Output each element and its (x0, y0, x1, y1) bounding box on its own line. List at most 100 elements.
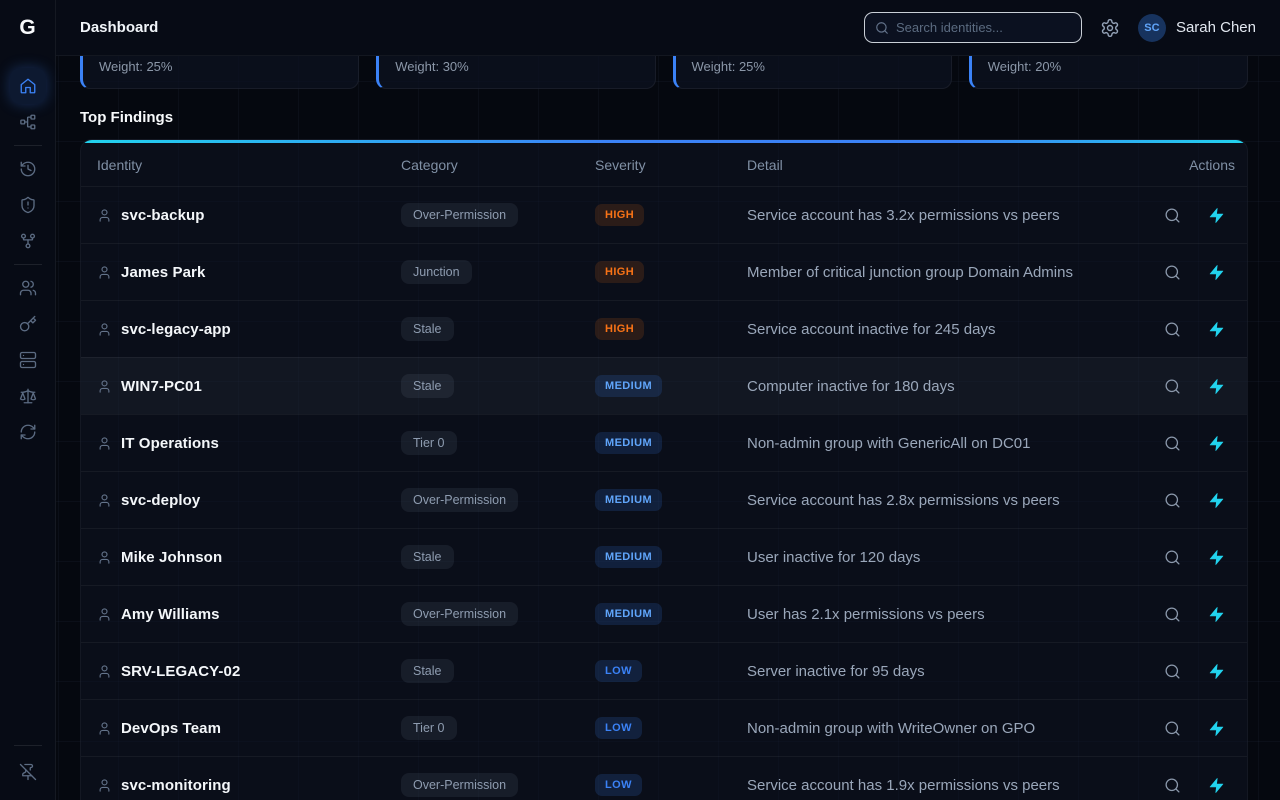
search-input[interactable] (896, 20, 1071, 35)
magnifier-icon (1164, 492, 1181, 509)
sidebar-item-permissions[interactable] (10, 306, 46, 342)
identity-name: svc-backup (121, 207, 205, 224)
investigate-button[interactable] (1164, 663, 1181, 680)
investigate-button[interactable] (1164, 720, 1181, 737)
magnifier-icon (1164, 663, 1181, 680)
table-row[interactable]: svc-deploy Over-Permission MEDIUM Servic… (81, 471, 1247, 528)
investigate-button[interactable] (1164, 777, 1181, 794)
sidebar-item-risk[interactable] (10, 187, 46, 223)
investigate-button[interactable] (1164, 378, 1181, 395)
table-row[interactable]: DevOps Team Tier 0 LOW Non-admin group w… (81, 699, 1247, 756)
category-badge: Tier 0 (401, 716, 457, 740)
search-box[interactable] (864, 12, 1082, 43)
remediate-button[interactable] (1208, 549, 1225, 566)
remediate-button[interactable] (1208, 435, 1225, 452)
user-name: Sarah Chen (1176, 19, 1256, 36)
table-row[interactable]: svc-legacy-app Stale HIGH Service accoun… (81, 300, 1247, 357)
stat-card[interactable]: Weight: 30% (376, 56, 655, 89)
remediate-button[interactable] (1208, 777, 1225, 794)
magnifier-icon (1164, 435, 1181, 452)
investigate-button[interactable] (1164, 264, 1181, 281)
finding-detail: User has 2.1x permissions vs peers (731, 606, 1139, 623)
lightning-bolt-icon (1208, 663, 1225, 680)
remediate-button[interactable] (1208, 264, 1225, 281)
investigate-button[interactable] (1164, 549, 1181, 566)
magnifier-icon (1164, 264, 1181, 281)
stat-card[interactable]: Weight: 20% (969, 56, 1248, 89)
sidebar-item-infrastructure[interactable] (10, 342, 46, 378)
finding-detail: Service account has 3.2x permissions vs … (731, 207, 1139, 224)
table-row[interactable]: Amy Williams Over-Permission MEDIUM User… (81, 585, 1247, 642)
stat-weight-label: Weight: 25% (692, 59, 935, 74)
investigate-button[interactable] (1164, 435, 1181, 452)
user-icon (97, 493, 112, 508)
sidebar-divider (14, 264, 42, 265)
sidebar-item-history[interactable] (10, 151, 46, 187)
user-icon (97, 379, 112, 394)
sidebar-item-dashboard[interactable] (10, 68, 46, 104)
sidebar-item-sync[interactable] (10, 414, 46, 450)
remediate-button[interactable] (1208, 207, 1225, 224)
user-icon (97, 550, 112, 565)
severity-badge: LOW (595, 717, 642, 739)
investigate-button[interactable] (1164, 492, 1181, 509)
user-menu[interactable]: SC Sarah Chen (1138, 14, 1256, 42)
stat-weight-label: Weight: 25% (99, 59, 342, 74)
identity-name: svc-monitoring (121, 777, 231, 794)
scale-icon (19, 387, 37, 405)
sidebar-item-compliance[interactable] (10, 378, 46, 414)
stat-card[interactable]: Weight: 25% (80, 56, 359, 89)
remediate-button[interactable] (1208, 378, 1225, 395)
table-row[interactable]: IT Operations Tier 0 MEDIUM Non-admin gr… (81, 414, 1247, 471)
category-badge: Over-Permission (401, 488, 518, 512)
investigate-button[interactable] (1164, 207, 1181, 224)
finding-detail: Member of critical junction group Domain… (731, 264, 1139, 281)
settings-button[interactable] (1100, 18, 1120, 38)
refresh-icon (19, 423, 37, 441)
sidebar-item-attack-paths[interactable] (10, 223, 46, 259)
lightning-bolt-icon (1208, 606, 1225, 623)
severity-badge: MEDIUM (595, 375, 662, 397)
remediate-button[interactable] (1208, 606, 1225, 623)
gear-icon (1100, 18, 1120, 38)
investigate-button[interactable] (1164, 321, 1181, 338)
finding-detail: Non-admin group with WriteOwner on GPO (731, 720, 1139, 737)
remediate-button[interactable] (1208, 321, 1225, 338)
remediate-button[interactable] (1208, 492, 1225, 509)
severity-badge: MEDIUM (595, 432, 662, 454)
user-icon (97, 664, 112, 679)
sidebar-divider (14, 145, 42, 146)
finding-detail: Service account has 1.9x permissions vs … (731, 777, 1139, 794)
severity-badge: MEDIUM (595, 489, 662, 511)
user-icon (97, 208, 112, 223)
search-icon (875, 21, 889, 35)
magnifier-icon (1164, 321, 1181, 338)
column-header-category: Category (385, 157, 579, 173)
category-badge: Stale (401, 659, 454, 683)
magnifier-icon (1164, 777, 1181, 794)
git-fork-icon (19, 232, 37, 250)
identity-name: SRV-LEGACY-02 (121, 663, 240, 680)
table-row[interactable]: Mike Johnson Stale MEDIUM User inactive … (81, 528, 1247, 585)
sidebar-item-identities[interactable] (10, 270, 46, 306)
remediate-button[interactable] (1208, 720, 1225, 737)
table-row[interactable]: SRV-LEGACY-02 Stale LOW Server inactive … (81, 642, 1247, 699)
page-title: Dashboard (80, 19, 158, 36)
table-row[interactable]: WIN7-PC01 Stale MEDIUM Computer inactive… (81, 357, 1247, 414)
app-logo: G (0, 0, 56, 56)
avatar: SC (1138, 14, 1166, 42)
table-row[interactable]: svc-monitoring Over-Permission LOW Servi… (81, 756, 1247, 800)
remediate-button[interactable] (1208, 663, 1225, 680)
table-row[interactable]: James Park Junction HIGH Member of criti… (81, 243, 1247, 300)
users-icon (19, 279, 37, 297)
severity-badge: HIGH (595, 204, 644, 226)
investigate-button[interactable] (1164, 606, 1181, 623)
stat-card[interactable]: Weight: 25% (673, 56, 952, 89)
lightning-bolt-icon (1208, 321, 1225, 338)
identity-name: WIN7-PC01 (121, 378, 202, 395)
finding-detail: Non-admin group with GenericAll on DC01 (731, 435, 1139, 452)
sidebar-item-graph-explorer[interactable] (10, 104, 46, 140)
table-row[interactable]: svc-backup Over-Permission HIGH Service … (81, 186, 1247, 243)
sidebar-item-disconnected[interactable] (10, 754, 46, 790)
magnifier-icon (1164, 549, 1181, 566)
